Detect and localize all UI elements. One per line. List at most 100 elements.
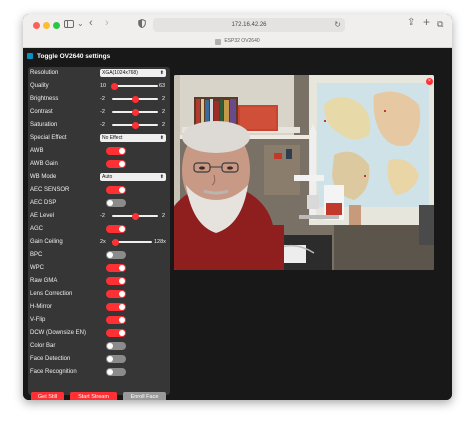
chevron-left-icon[interactable]: ‹ [89,18,93,29]
shield-icon[interactable] [138,19,146,28]
plus-icon[interactable]: + [423,16,430,28]
get-still-button[interactable]: Get Still [31,392,64,400]
raw-gma-toggle[interactable] [106,277,126,285]
minimize-window-button[interactable] [43,22,50,29]
row-face-detection: Face Detection [28,353,170,365]
start-stream-button[interactable]: Start Stream [70,392,117,400]
special-effect-select[interactable]: No Effect ⬍ [100,134,166,142]
aec-dsp-toggle[interactable] [106,199,126,207]
resolution-select[interactable]: XGA(1024x768) ⬍ [100,69,166,77]
saturation-label: Saturation [30,122,58,128]
lens-correction-toggle[interactable] [106,290,126,298]
ae-level-min: -2 [100,213,105,219]
contrast-slider-thumb[interactable] [132,108,139,116]
tabs-overview-icon[interactable]: ⧉ [437,19,443,29]
wb-mode-value: Auto [102,174,113,180]
close-icon[interactable]: × [426,78,433,85]
toggle-knob [107,252,113,258]
chevron-right-icon[interactable]: › [105,18,109,29]
awb-gain-toggle[interactable] [106,160,126,168]
row-gain-ceiling: Gain Ceiling 2x 128x [28,236,170,248]
aec-sensor-toggle[interactable] [106,186,126,194]
awb-toggle[interactable] [106,147,126,155]
toggle-knob [107,369,113,375]
color-bar-toggle[interactable] [106,342,126,350]
sidebar-icon[interactable] [64,20,74,28]
menu-title: Toggle OV2640 settings [37,53,111,60]
dropdown-arrow-icon: ⬍ [159,174,164,180]
dcw-toggle[interactable] [106,329,126,337]
row-saturation: Saturation -2 2 [28,119,170,131]
color-bar-label: Color Bar [30,343,56,349]
quality-slider-thumb[interactable] [111,82,118,90]
brightness-min: -2 [100,96,105,102]
active-tab[interactable]: ESP32 OV2640 [23,35,452,48]
saturation-max: 2 [162,122,166,128]
row-aec-sensor: AEC SENSOR [28,184,170,196]
address-bar-url: 172.16.42.26 [231,22,267,28]
ae-level-max: 2 [162,213,166,219]
agc-label: AGC [30,226,44,232]
settings-panel: Resolution XGA(1024x768) ⬍ Quality 10 63… [28,67,170,400]
reload-icon[interactable]: ↻ [334,18,341,32]
awb-label: AWB [30,148,44,154]
row-brightness: Brightness -2 2 [28,93,170,105]
address-bar[interactable]: 172.16.42.26 ↻ [153,18,345,32]
face-detection-toggle[interactable] [106,355,126,363]
quality-min: 10 [100,83,107,89]
wb-mode-select[interactable]: Auto ⬍ [100,173,166,181]
resolution-value: XGA(1024x768) [102,70,138,76]
saturation-min: -2 [100,122,105,128]
dcw-label: DCW (Downsize EN) [30,330,87,336]
settings-menu-toggle[interactable]: Toggle OV2640 settings [27,51,110,63]
close-window-button[interactable] [33,22,40,29]
contrast-label: Contrast [30,109,53,115]
quality-max: 63 [159,83,166,89]
row-color-bar: Color Bar [28,340,170,352]
face-detection-label: Face Detection [30,356,71,362]
toggle-knob [107,356,113,362]
row-ae-level: AE Level -2 2 [28,210,170,222]
bpc-toggle[interactable] [106,251,126,259]
h-mirror-toggle[interactable] [106,303,126,311]
face-recognition-toggle[interactable] [106,368,126,376]
enroll-face-button[interactable]: Enroll Face [123,392,166,400]
browser-window: ⌄ ‹ › 172.16.42.26 ↻ ⇪ + ⧉ ESP32 OV2640 … [23,14,452,400]
agc-toggle[interactable] [106,225,126,233]
brightness-label: Brightness [30,96,59,102]
wpc-label: WPC [30,265,44,271]
v-flip-toggle[interactable] [106,316,126,324]
quality-slider[interactable] [112,85,158,87]
gain-ceiling-slider-thumb[interactable] [112,238,119,246]
wpc-toggle[interactable] [106,264,126,272]
contrast-max: 2 [162,109,166,115]
quality-label: Quality [30,83,49,89]
gain-ceiling-max: 128x [154,239,166,245]
brightness-slider-thumb[interactable] [132,95,139,103]
chevron-down-icon[interactable]: ⌄ [77,19,84,29]
ae-level-slider-thumb[interactable] [132,212,139,220]
saturation-slider-thumb[interactable] [132,121,139,129]
toggle-knob [119,304,125,310]
dropdown-arrow-icon: ⬍ [159,135,164,141]
row-aec-dsp: AEC DSP [28,197,170,209]
zoom-window-button[interactable] [53,22,60,29]
camera-stream-image [174,75,434,270]
bpc-label: BPC [30,252,43,258]
browser-toolbar: ⌄ ‹ › 172.16.42.26 ↻ ⇪ + ⧉ ESP32 OV2640 [23,14,452,48]
row-resolution: Resolution XGA(1024x768) ⬍ [28,67,170,79]
row-wpc: WPC [28,262,170,274]
row-agc: AGC [28,223,170,235]
row-awb-gain: AWB Gain [28,158,170,170]
special-effect-label: Special Effect [30,135,67,141]
toggle-knob [119,187,125,193]
wb-mode-label: WB Mode [30,174,57,180]
toggle-knob [119,317,125,323]
special-effect-value: No Effect [102,135,123,141]
aec-dsp-label: AEC DSP [30,200,57,206]
gain-ceiling-min: 2x [100,239,106,245]
toggle-knob [119,291,125,297]
brightness-max: 2 [162,96,166,102]
share-icon[interactable]: ⇪ [407,18,415,28]
row-bpc: BPC [28,249,170,261]
